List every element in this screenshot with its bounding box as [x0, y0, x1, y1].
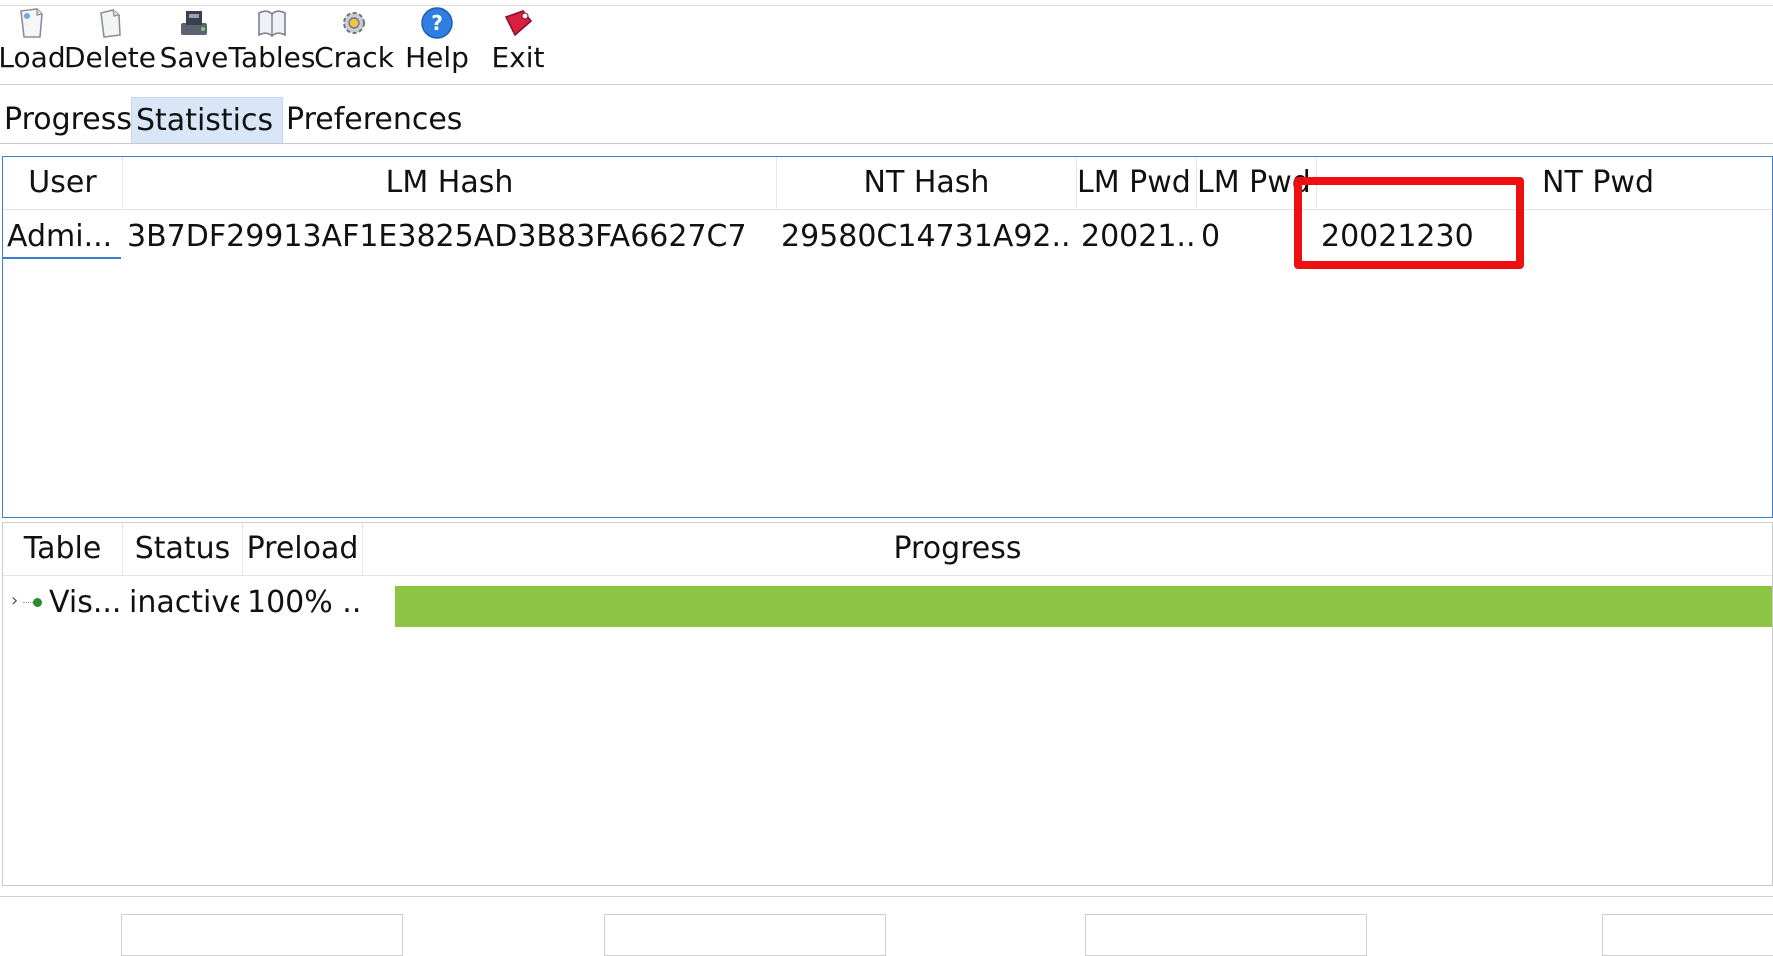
tables-pane[interactable]: Table Status Preload Progress › Vis... i…: [2, 522, 1773, 886]
progress-bar-track: [395, 586, 1772, 627]
load-button[interactable]: Load: [0, 6, 66, 78]
progress-bar-fill: [395, 586, 1772, 627]
list-item[interactable]: › Vis... inactive 100% ...: [3, 577, 1772, 629]
tab-preferences[interactable]: Preferences: [282, 97, 470, 143]
save-label: Save: [159, 41, 229, 74]
save-button[interactable]: Save: [158, 6, 230, 78]
hash-table-pane[interactable]: User LM Hash NT Hash LM Pwd LM Pwd NT Pw…: [2, 156, 1773, 518]
help-icon: ?: [418, 6, 456, 40]
column-progress[interactable]: Progress: [363, 523, 1772, 575]
expand-chevron-icon[interactable]: ›: [11, 589, 18, 613]
table-name-cell: Vis...: [49, 585, 121, 620]
status-field-1: [121, 914, 403, 956]
svg-text:?: ?: [431, 11, 443, 35]
column-status[interactable]: Status: [123, 523, 243, 575]
delete-button[interactable]: Delete: [64, 6, 156, 78]
column-lm-pwd-1[interactable]: LM Pwd: [1077, 157, 1197, 209]
exit-button[interactable]: Exit: [486, 6, 550, 78]
delete-label: Delete: [64, 41, 156, 74]
help-label: Help: [405, 41, 469, 74]
load-label: Load: [0, 41, 66, 74]
exit-icon: [499, 6, 537, 40]
tables-label: Tables: [228, 41, 316, 74]
crack-button[interactable]: Crack: [314, 6, 394, 78]
tab-strip-border: [0, 143, 1773, 144]
user-cell: Admi...: [7, 219, 113, 254]
crack-icon: [335, 6, 373, 40]
load-icon: [13, 6, 51, 40]
column-nt-hash[interactable]: NT Hash: [777, 157, 1077, 209]
delete-icon: [91, 6, 129, 40]
status-strip-border: [0, 896, 1773, 897]
tab-progress[interactable]: Progress: [0, 97, 132, 143]
lm-pwd-1-cell: 20021...: [1081, 219, 1195, 254]
row-focus-underline: [3, 257, 121, 259]
table-preload-cell: 100% ...: [247, 585, 361, 620]
table-status-cell: inactive: [129, 585, 239, 620]
status-field-4: [1602, 914, 1773, 956]
save-icon: [175, 6, 213, 40]
nt-hash-cell: 29580C14731A92...: [781, 219, 1073, 254]
column-user[interactable]: User: [3, 157, 123, 209]
status-field-2: [604, 914, 886, 956]
help-button[interactable]: ? Help: [398, 6, 476, 78]
column-table[interactable]: Table: [3, 523, 123, 575]
highlight-box: [1294, 177, 1524, 269]
tables-button[interactable]: Tables: [229, 6, 316, 78]
status-field-3: [1085, 914, 1367, 956]
tables-header: Table Status Preload Progress: [3, 523, 1772, 576]
lm-hash-cell: 3B7DF29913AF1E3825AD3B83FA6627C7: [127, 219, 747, 254]
status-dot-icon: [33, 598, 42, 607]
column-lm-hash[interactable]: LM Hash: [123, 157, 777, 209]
tables-icon: [253, 6, 291, 40]
exit-label: Exit: [491, 41, 545, 74]
toolbar-separator: [0, 84, 1773, 85]
tab-statistics[interactable]: Statistics: [131, 97, 283, 144]
column-preload[interactable]: Preload: [243, 523, 363, 575]
tree-connector: [23, 602, 33, 604]
crack-label: Crack: [314, 41, 394, 74]
